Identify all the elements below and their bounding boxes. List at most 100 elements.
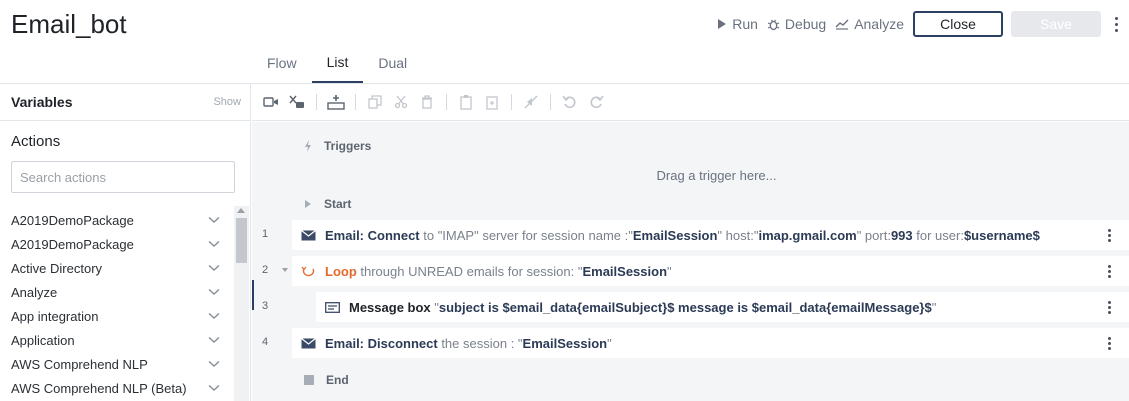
actions-scrollbar[interactable] — [234, 206, 249, 401]
disable-icon[interactable] — [522, 93, 540, 111]
search-actions-input[interactable] — [11, 161, 235, 193]
toolbar-divider — [446, 94, 447, 110]
triggers-label: Triggers — [324, 139, 372, 153]
collapse-icon[interactable] — [282, 268, 288, 272]
list-item[interactable]: Analyze — [0, 280, 232, 304]
list-item[interactable]: App integration — [0, 304, 232, 328]
analyze-button[interactable]: Analyze — [835, 16, 904, 32]
step-email-disconnect[interactable]: Email: Disconnect the session : " EmailSe… — [292, 328, 1129, 358]
step-text: " — [931, 299, 937, 315]
trigger-drop-zone[interactable]: Drag a trigger here... — [252, 168, 1129, 183]
tab-flow[interactable]: Flow — [252, 42, 312, 83]
list-item[interactable]: AWS Comprehend NLP — [0, 352, 232, 376]
toolbar-divider — [550, 94, 551, 110]
copy-icon[interactable] — [366, 93, 384, 111]
line-number: 1 — [262, 228, 269, 240]
more-menu-icon[interactable] — [1109, 16, 1123, 32]
delete-icon[interactable] — [418, 93, 436, 111]
step-text: " port: — [856, 227, 891, 243]
step-text: the session : " — [437, 335, 523, 351]
step-text: " host:" — [717, 227, 759, 243]
toolbar-divider — [511, 94, 512, 110]
add-step-icon[interactable] — [327, 93, 345, 111]
save-button[interactable]: Save — [1011, 11, 1101, 37]
play-icon — [305, 200, 311, 208]
bug-icon — [767, 19, 780, 30]
editor-toolbar — [252, 84, 1129, 121]
line-number: 3 — [262, 300, 269, 312]
actions-list: A2019DemoPackage A2019DemoPackage Active… — [0, 208, 232, 400]
chevron-down-icon — [208, 240, 220, 247]
step-menu-icon[interactable] — [1108, 301, 1111, 314]
triggers-section[interactable]: Triggers — [304, 139, 371, 153]
variables-header: Variables Show — [0, 84, 250, 121]
step-text: " — [430, 299, 439, 315]
action-label: A2019DemoPackage — [11, 236, 134, 252]
action-name: Message box — [349, 299, 431, 315]
cut-icon[interactable] — [392, 93, 410, 111]
action-label: AWS Comprehend NLP — [11, 356, 148, 372]
action-label: Analyze — [11, 284, 58, 300]
tab-dual[interactable]: Dual — [363, 42, 422, 83]
list-item[interactable]: A2019DemoPackage — [0, 208, 232, 232]
variables-title: Variables — [11, 94, 73, 110]
chevron-down-icon — [208, 312, 220, 319]
step-message-box[interactable]: Message box " subject is $email_data{emai… — [316, 292, 1129, 322]
left-panel: Variables Show Actions A2019DemoPackage … — [0, 84, 251, 401]
selection-indicator — [252, 280, 254, 310]
undo-icon[interactable] — [561, 93, 579, 111]
action-name: Email: Connect — [325, 227, 420, 243]
step-value: 993 — [890, 227, 913, 243]
step-value: EmailSession — [582, 263, 668, 279]
loop-icon — [301, 265, 317, 278]
envelope-icon — [301, 229, 317, 241]
run-button[interactable]: Run — [717, 16, 758, 32]
view-tabs: Flow List Dual — [252, 42, 422, 83]
tab-list[interactable]: List — [311, 42, 364, 83]
paste-into-icon[interactable] — [483, 93, 501, 111]
end-label: End — [326, 373, 349, 387]
robot-recorder-icon[interactable] — [288, 93, 306, 111]
start-node: Start — [304, 197, 351, 211]
scroll-up-icon[interactable] — [237, 208, 245, 213]
redo-icon[interactable] — [587, 93, 605, 111]
debug-label: Debug — [784, 16, 827, 32]
step-value: EmailSession — [522, 335, 608, 351]
chart-line-icon — [835, 19, 849, 30]
step-loop[interactable]: Loop through UNREAD emails for session: … — [292, 256, 1129, 286]
start-label: Start — [324, 197, 352, 211]
list-item[interactable]: Application — [0, 328, 232, 352]
lightning-icon — [305, 140, 311, 152]
envelope-icon — [301, 337, 317, 349]
stop-icon — [304, 375, 314, 385]
step-text: " — [607, 335, 612, 351]
list-item[interactable]: A2019DemoPackage — [0, 232, 232, 256]
chevron-down-icon — [208, 288, 220, 295]
record-icon[interactable] — [262, 93, 280, 111]
chevron-down-icon — [208, 264, 220, 271]
step-value: subject is $email_data{emailSubject}$ me… — [438, 299, 932, 315]
paste-icon[interactable] — [457, 93, 475, 111]
top-actions: Run Debug Analyze Close Save — [717, 10, 1129, 38]
debug-button[interactable]: Debug — [767, 16, 826, 32]
step-value: $username$ — [963, 227, 1040, 243]
line-number: 2 — [262, 264, 269, 276]
action-label: AWS Comprehend NLP (Beta) — [11, 380, 187, 396]
action-label: App integration — [11, 308, 99, 324]
list-item[interactable]: Active Directory — [0, 256, 232, 280]
action-name: Email: Disconnect — [325, 335, 438, 351]
step-menu-icon[interactable] — [1108, 229, 1111, 242]
toolbar-divider — [316, 94, 317, 110]
action-name: Loop — [325, 263, 357, 279]
step-text: " — [667, 263, 672, 279]
step-email-connect[interactable]: Email: Connect to "IMAP" server for sess… — [292, 220, 1129, 250]
chevron-down-icon — [208, 336, 220, 343]
end-node: End — [304, 373, 349, 387]
step-menu-icon[interactable] — [1108, 337, 1111, 350]
scroll-thumb[interactable] — [236, 218, 247, 263]
line-number: 4 — [262, 336, 269, 348]
step-menu-icon[interactable] — [1108, 265, 1111, 278]
close-button[interactable]: Close — [913, 11, 1003, 37]
list-item[interactable]: AWS Comprehend NLP (Beta) — [0, 376, 232, 400]
variables-show-link[interactable]: Show — [213, 96, 241, 108]
